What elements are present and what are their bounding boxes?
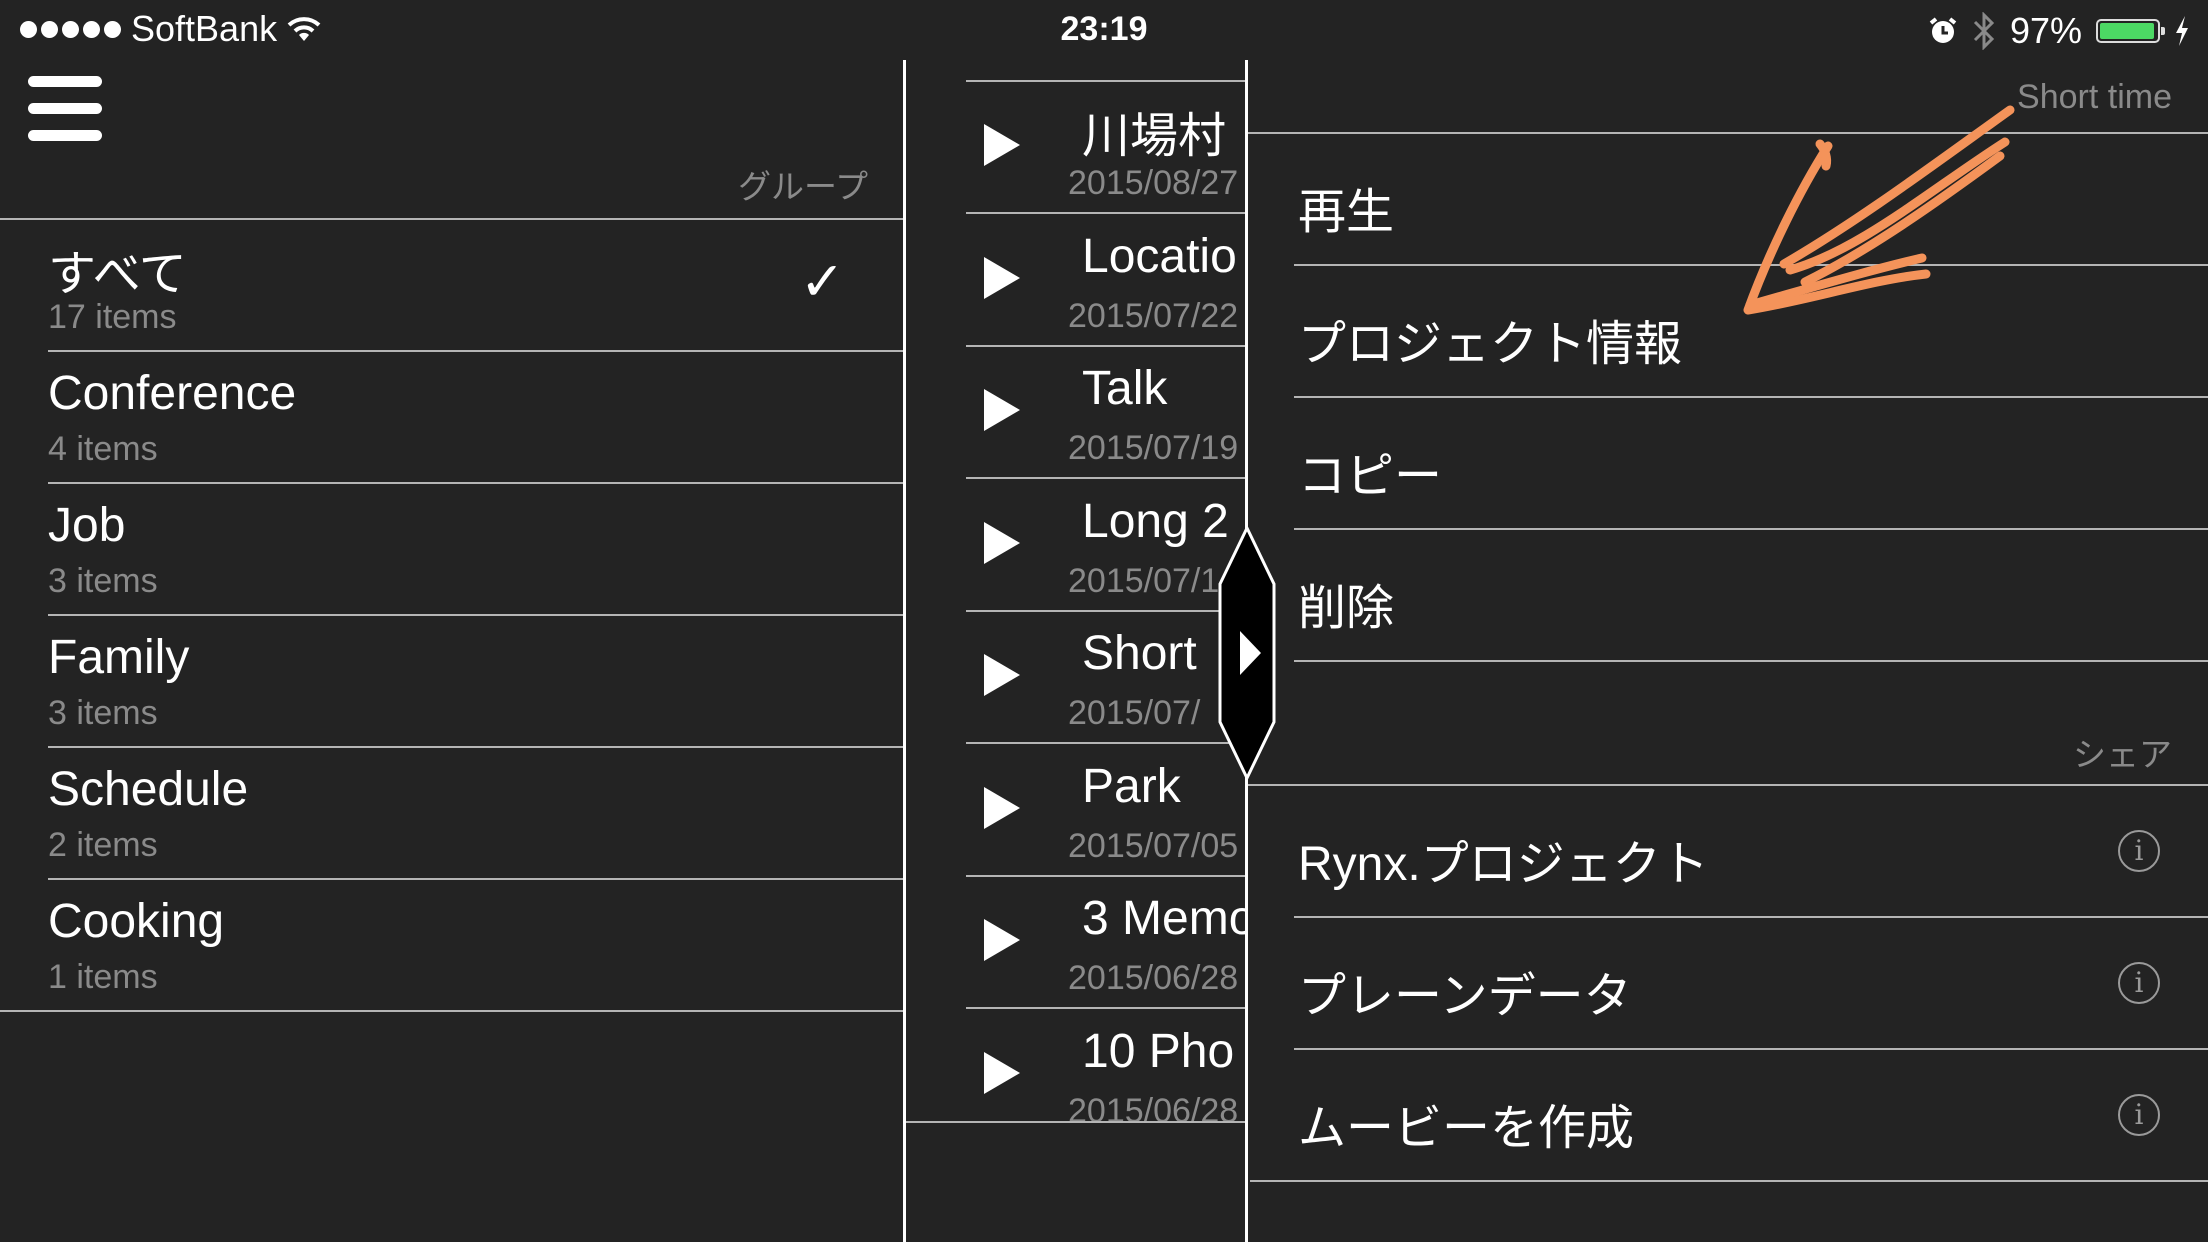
project-date: 2015/07/1: [1068, 561, 1220, 600]
project-title: Locatio: [1082, 229, 1237, 283]
project-title: Long 2: [1082, 494, 1229, 548]
share-section-header: シェア: [2073, 736, 2172, 773]
info-icon[interactable]: i: [2118, 962, 2160, 1004]
project-title: Park: [1082, 759, 1181, 813]
hamburger-menu-button[interactable]: [28, 76, 102, 146]
divider: [1294, 660, 2208, 662]
action-label: プロジェクト情報: [1298, 318, 1683, 371]
group-count: 1 items: [48, 958, 158, 996]
project-list-item[interactable]: Locatio 2015/07/22: [906, 215, 1246, 347]
project-date: 2015/08/27: [1068, 164, 1239, 202]
project-list-item[interactable]: 川場村 2015/08/27: [906, 82, 1246, 214]
action-item[interactable]: 削除: [1250, 530, 2208, 662]
divider: [0, 1010, 903, 1012]
group-title: Job: [48, 499, 126, 552]
project-title: Talk: [1082, 362, 1168, 415]
group-count: 17 items: [48, 298, 177, 336]
group-title: すべて: [48, 248, 187, 301]
play-icon[interactable]: [984, 919, 1020, 961]
info-icon[interactable]: i: [2118, 830, 2160, 872]
action-label: 再生: [1298, 186, 1395, 239]
group-item[interactable]: Job 3 items: [0, 484, 903, 616]
project-date: 2015/07/05: [1068, 826, 1239, 865]
project-title-header: Short time: [2017, 78, 2172, 116]
groups-section-header: グループ: [737, 168, 868, 205]
charging-bolt-icon: [2176, 16, 2188, 46]
group-item[interactable]: すべて 17 items ✓: [0, 220, 903, 352]
play-icon[interactable]: [984, 521, 1020, 564]
play-icon[interactable]: [984, 1051, 1020, 1094]
project-date: 2015/06/28: [1068, 959, 1239, 997]
group-title: Conference: [48, 367, 297, 420]
divider: [906, 1121, 1246, 1123]
project-list-item[interactable]: 3 Memo 2015/06/28: [906, 877, 1246, 1009]
divider: [1250, 1180, 2208, 1182]
project-list-item[interactable]: Talk 2015/07/19: [906, 347, 1246, 479]
share-item[interactable]: プレーンデータ i: [1250, 918, 2208, 1050]
project-date: 2015/07/22: [1068, 296, 1239, 335]
project-list-item[interactable]: Long 2 2015/07/1: [906, 480, 1246, 612]
project-title: 3 Memo: [1082, 892, 1246, 945]
hamburger-menu-icon: [28, 76, 102, 87]
play-icon[interactable]: [984, 124, 1020, 166]
project-title: 10 Pho: [1082, 1024, 1235, 1078]
play-icon[interactable]: [984, 256, 1020, 299]
group-count: 3 items: [48, 694, 158, 732]
share-label: ムービーを作成: [1298, 1102, 1635, 1155]
info-icon[interactable]: i: [2118, 1094, 2160, 1136]
share-label: プレーンデータ: [1298, 970, 1632, 1023]
battery-icon: [2096, 19, 2165, 43]
project-date: 2015/07/: [1068, 694, 1201, 732]
group-count: 2 items: [48, 826, 158, 864]
project-list-item[interactable]: Park 2015/07/05: [906, 745, 1246, 877]
checkmark-icon: ✓: [799, 252, 845, 312]
action-label: 削除: [1298, 582, 1395, 635]
group-count: 4 items: [48, 430, 158, 468]
play-icon[interactable]: [984, 786, 1020, 829]
group-title: Schedule: [48, 763, 249, 816]
share-label: Rynx.プロジェクト: [1298, 838, 1709, 891]
group-item[interactable]: Conference 4 items: [0, 352, 903, 484]
group-title: Family: [48, 631, 190, 684]
bluetooth-icon: [1973, 12, 1995, 50]
project-list[interactable]: 川場村 2015/08/27 Locatio 2015/07/22 Talk 2015/0…: [906, 0, 1246, 1242]
group-item[interactable]: Schedule 2 items: [0, 748, 903, 880]
group-title: Cooking: [48, 895, 225, 948]
project-title: Short: [1082, 627, 1197, 680]
project-title: 川場村: [1082, 110, 1227, 163]
project-date: 2015/06/28: [1068, 1091, 1239, 1130]
share-item[interactable]: ムービーを作成 i: [1250, 1050, 2208, 1182]
battery-percent: 97%: [2009, 10, 2082, 51]
group-count: 3 items: [48, 562, 158, 600]
action-item[interactable]: 再生: [1250, 134, 2208, 266]
project-date: 2015/07/19: [1068, 429, 1239, 467]
project-list-item[interactable]: Short 2015/07/: [906, 612, 1246, 744]
alarm-icon: [1929, 17, 1957, 43]
play-icon[interactable]: [984, 654, 1020, 696]
action-item[interactable]: コピー: [1250, 398, 2208, 530]
share-item[interactable]: Rynx.プロジェクト i: [1250, 786, 2208, 918]
action-item[interactable]: プロジェクト情報: [1250, 266, 2208, 398]
play-icon[interactable]: [984, 389, 1020, 431]
status-right: 97%: [1928, 10, 2190, 52]
action-label: コピー: [1298, 450, 1443, 503]
group-item[interactable]: Cooking 1 items: [0, 880, 903, 1012]
group-item[interactable]: Family 3 items: [0, 616, 903, 748]
